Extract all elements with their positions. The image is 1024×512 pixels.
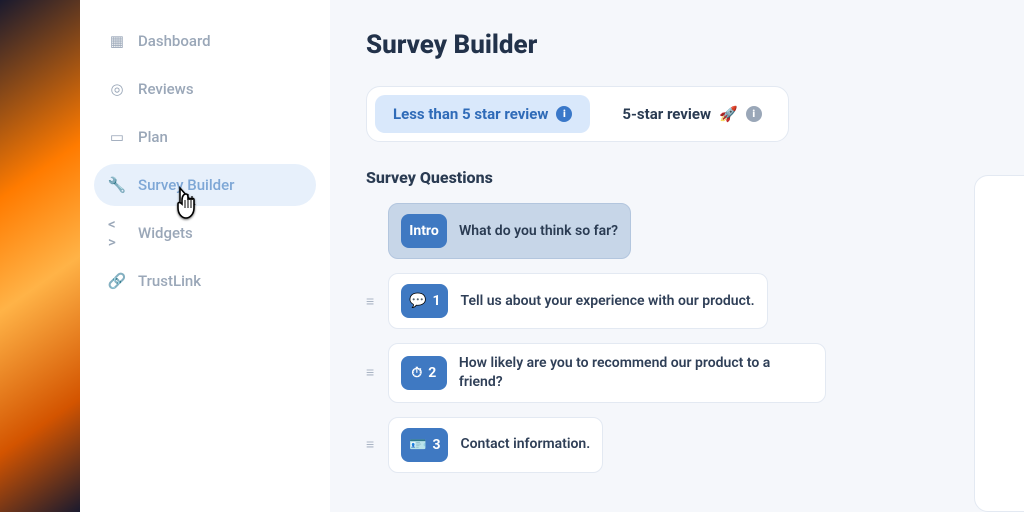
question-card-3[interactable]: 🪪 3 Contact information. — [388, 417, 603, 473]
tab-5-star[interactable]: 5-star review 🚀 i — [604, 95, 779, 133]
question-text: Tell us about your experience with our p… — [460, 292, 754, 311]
badge-label: 2 — [428, 365, 436, 381]
questions-list: ≡ Intro What do you think so far? ≡ 💬 1 … — [366, 203, 826, 473]
question-card-1[interactable]: 💬 1 Tell us about your experience with o… — [388, 273, 768, 329]
question-badge: 💬 1 — [401, 284, 448, 318]
sidebar-item-label: Reviews — [138, 80, 194, 98]
sidebar: ▦ Dashboard ◎ Reviews ▭ Plan 🔧 Survey Bu… — [80, 0, 330, 512]
sidebar-item-label: Survey Builder — [138, 176, 234, 194]
question-text: Contact information. — [460, 435, 590, 454]
badge-label: 3 — [432, 437, 440, 453]
wrench-icon: 🔧 — [108, 176, 126, 194]
main-content: Survey Builder Less than 5 star review i… — [330, 0, 1024, 512]
sidebar-item-trustlink[interactable]: 🔗 TrustLink — [94, 260, 316, 302]
tab-label: 5-star review — [622, 105, 711, 123]
page-title: Survey Builder — [366, 30, 988, 60]
gauge-icon: ⏱ — [411, 365, 422, 381]
question-text: What do you think so far? — [459, 222, 618, 241]
tab-less-than-5-star[interactable]: Less than 5 star review i — [375, 95, 590, 133]
sidebar-item-label: Plan — [138, 128, 168, 146]
sidebar-item-label: TrustLink — [138, 272, 201, 290]
user-icon: ◎ — [108, 80, 126, 98]
preview-panel — [974, 175, 1024, 512]
question-badge: 🪪 3 — [401, 428, 448, 462]
drag-icon[interactable]: ≡ — [366, 364, 380, 381]
question-card-intro[interactable]: Intro What do you think so far? — [388, 203, 631, 259]
speech-icon: 💬 — [409, 293, 426, 309]
id-card-icon: 🪪 — [409, 437, 426, 453]
question-row: ≡ Intro What do you think so far? — [366, 203, 826, 259]
question-row: ≡ ⏱ 2 How likely are you to recommend ou… — [366, 343, 826, 403]
question-row: ≡ 🪪 3 Contact information. — [366, 417, 826, 473]
badge-label: Intro — [409, 223, 439, 239]
sidebar-item-reviews[interactable]: ◎ Reviews — [94, 68, 316, 110]
tab-label: Less than 5 star review — [393, 105, 548, 123]
code-icon: < > — [108, 224, 126, 242]
question-row: ≡ 💬 1 Tell us about your experience with… — [366, 273, 826, 329]
question-card-2[interactable]: ⏱ 2 How likely are you to recommend our … — [388, 343, 826, 403]
sidebar-item-widgets[interactable]: < > Widgets — [94, 212, 316, 254]
question-text: How likely are you to recommend our prod… — [459, 354, 813, 392]
link-icon: 🔗 — [108, 272, 126, 290]
sidebar-item-label: Dashboard — [138, 32, 211, 50]
sidebar-item-dashboard[interactable]: ▦ Dashboard — [94, 20, 316, 62]
desktop-wallpaper-strip — [0, 0, 80, 512]
badge-label: 1 — [432, 293, 440, 309]
rocket-icon: 🚀 — [719, 105, 738, 123]
sidebar-item-plan[interactable]: ▭ Plan — [94, 116, 316, 158]
sidebar-item-label: Widgets — [138, 224, 193, 242]
survey-questions-heading: Survey Questions — [366, 168, 988, 187]
app-window: ▦ Dashboard ◎ Reviews ▭ Plan 🔧 Survey Bu… — [80, 0, 1024, 512]
info-icon[interactable]: i — [556, 106, 572, 122]
grid-icon: ▦ — [108, 32, 126, 50]
question-badge: Intro — [401, 214, 447, 248]
sidebar-item-survey-builder[interactable]: 🔧 Survey Builder — [94, 164, 316, 206]
card-icon: ▭ — [108, 128, 126, 146]
review-type-tabs: Less than 5 star review i 5-star review … — [366, 86, 789, 142]
info-icon[interactable]: i — [746, 106, 762, 122]
drag-icon[interactable]: ≡ — [366, 436, 380, 453]
drag-icon[interactable]: ≡ — [366, 293, 380, 310]
question-badge: ⏱ 2 — [401, 356, 447, 390]
